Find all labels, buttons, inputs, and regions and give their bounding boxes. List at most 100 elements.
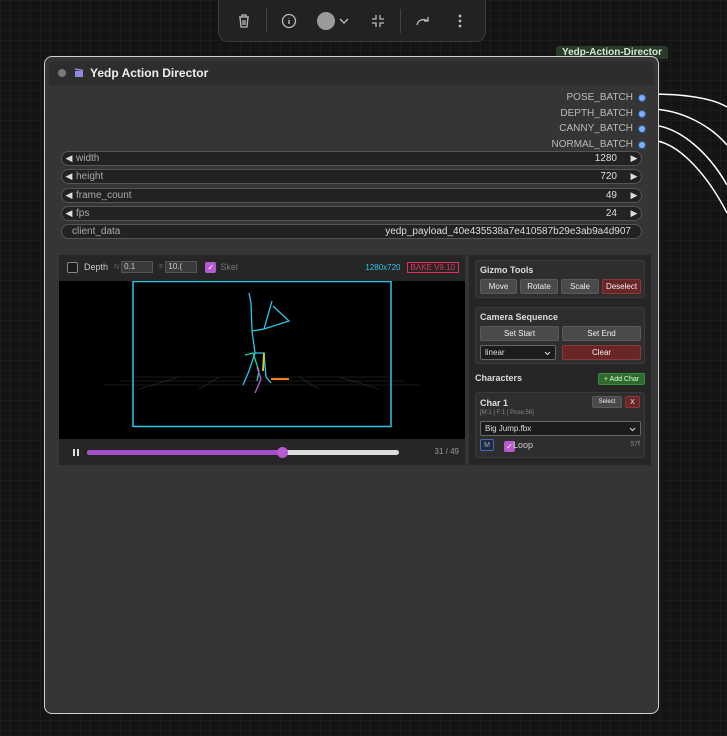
characters-title: Characters xyxy=(475,373,523,383)
frame-count-label: 57f xyxy=(630,441,640,448)
trash-icon[interactable] xyxy=(229,6,259,36)
interpolation-select[interactable]: linear xyxy=(480,345,556,360)
output-slot-icon[interactable] xyxy=(638,140,646,149)
output-slot-icon[interactable] xyxy=(638,124,646,133)
collapse-icon[interactable] xyxy=(363,6,393,36)
far-label: F xyxy=(159,263,164,271)
control-panel: Gizmo Tools Move Rotate Scale Deselect C… xyxy=(469,255,651,465)
skeleton-figure[interactable] xyxy=(242,292,291,394)
timeline-slider[interactable] xyxy=(87,447,399,458)
chevron-down-icon xyxy=(629,427,636,432)
3d-scene-canvas[interactable] xyxy=(59,280,465,439)
character-name: Char 1 xyxy=(480,398,509,408)
widget-value[interactable]: 24 xyxy=(606,208,617,219)
gizmo-tools-box: Gizmo Tools Move Rotate Scale Deselect xyxy=(475,260,645,298)
rotate-button[interactable]: Rotate xyxy=(520,279,558,294)
output-slot-icon[interactable] xyxy=(638,93,646,102)
bake-version-badge: BAKE V9.10 xyxy=(406,261,459,273)
animation-value: Big Jump.fbx xyxy=(485,424,532,433)
near-input[interactable]: 0.1 xyxy=(121,261,154,273)
scale-button[interactable]: Scale xyxy=(561,279,599,294)
output-label: POSE_BATCH xyxy=(566,92,634,103)
near-label: N xyxy=(114,263,120,271)
output-label: NORMAL_BATCH xyxy=(551,139,634,150)
color-dot-icon xyxy=(317,11,336,30)
loop-label: Loop xyxy=(513,440,534,450)
widget-value[interactable]: 49 xyxy=(606,190,617,201)
toolbar-divider xyxy=(265,8,267,33)
interpolation-value: linear xyxy=(485,348,505,357)
redo-icon[interactable] xyxy=(408,6,438,36)
fps-widget[interactable]: ◀ fps 24 ▶ xyxy=(61,206,642,221)
deselect-button[interactable]: Deselect xyxy=(602,279,641,294)
increment-arrow-icon[interactable]: ▶ xyxy=(627,171,641,182)
character-card: Char 1 [M:1 | F:1 | Pose:56] Select X Bi… xyxy=(475,392,645,458)
camera-sequence-title: Camera Sequence xyxy=(480,312,559,322)
decrement-arrow-icon[interactable]: ◀ xyxy=(62,153,76,164)
output-slot-icon[interactable] xyxy=(638,109,646,118)
gizmo-title: Gizmo Tools xyxy=(480,265,534,275)
remove-character-button[interactable]: X xyxy=(625,396,640,408)
output-label: DEPTH_BATCH xyxy=(560,108,633,119)
viewport-toolbar: Depth N 0.1 F 10.( ✓ Skel 1280x720 BAKE … xyxy=(59,255,465,279)
character-meta: [M:1 | F:1 | Pose:56] xyxy=(480,410,534,416)
playback-bar: 31 / 49 xyxy=(59,441,465,463)
client-data-widget[interactable]: client_data yedp_payload_40e435538a7e410… xyxy=(61,224,642,239)
increment-arrow-icon[interactable]: ▶ xyxy=(627,208,641,219)
output-canny-batch[interactable]: CANNY_BATCH xyxy=(559,123,646,134)
node-header[interactable]: Yedp Action Director xyxy=(49,61,654,85)
frame-counter: 31 / 49 xyxy=(434,447,459,456)
info-icon[interactable] xyxy=(274,6,304,36)
output-label: CANNY_BATCH xyxy=(559,123,633,134)
decrement-arrow-icon[interactable]: ◀ xyxy=(62,171,76,182)
camera-sequence-box: Camera Sequence Set Start Set End linear… xyxy=(475,307,645,364)
select-character-button[interactable]: Select xyxy=(592,396,622,408)
pause-icon[interactable] xyxy=(72,448,80,457)
timeline-progress xyxy=(87,450,282,455)
increment-arrow-icon[interactable]: ▶ xyxy=(627,153,641,164)
skel-label: Skel xyxy=(220,262,238,272)
add-char-button[interactable]: + Add Char xyxy=(598,373,645,385)
collapse-toggle-icon[interactable] xyxy=(58,69,66,77)
camera-frame xyxy=(132,280,392,428)
output-normal-batch[interactable]: NORMAL_BATCH xyxy=(551,139,646,150)
decrement-arrow-icon[interactable]: ◀ xyxy=(62,208,76,219)
set-start-button[interactable]: Set Start xyxy=(480,326,559,341)
more-icon[interactable] xyxy=(445,6,475,36)
color-picker-button[interactable] xyxy=(311,6,355,36)
widget-label: fps xyxy=(76,208,90,219)
height-widget[interactable]: ◀ height 720 ▶ xyxy=(61,169,642,184)
mirror-toggle-button[interactable]: M xyxy=(480,439,494,451)
width-widget[interactable]: ◀ width 1280 ▶ xyxy=(61,151,642,166)
increment-arrow-icon[interactable]: ▶ xyxy=(627,190,641,201)
output-depth-batch[interactable]: DEPTH_BATCH xyxy=(560,108,646,119)
widget-label: frame_count xyxy=(76,190,132,201)
depth-label: Depth xyxy=(84,262,109,272)
toolbar-divider xyxy=(399,8,401,33)
decrement-arrow-icon[interactable]: ◀ xyxy=(62,190,76,201)
frame-count-widget[interactable]: ◀ frame_count 49 ▶ xyxy=(61,188,642,203)
output-pose-batch[interactable]: POSE_BATCH xyxy=(566,92,646,103)
widget-value[interactable]: 720 xyxy=(600,171,617,182)
move-button[interactable]: Move xyxy=(480,279,517,294)
node-title: Yedp Action Director xyxy=(90,66,209,80)
widget-value[interactable]: yedp_payload_40e435538a7e410587b29e3ab9a… xyxy=(385,226,631,237)
animation-select[interactable]: Big Jump.fbx xyxy=(480,421,641,436)
chevron-down-icon xyxy=(339,18,349,24)
viewport-panel: Depth N 0.1 F 10.( ✓ Skel 1280x720 BAKE … xyxy=(59,255,465,465)
widget-value[interactable]: 1280 xyxy=(595,153,617,164)
widget-label: client_data xyxy=(72,226,121,237)
clapperboard-icon xyxy=(74,68,84,78)
widget-label: width xyxy=(76,153,100,164)
timeline-handle[interactable] xyxy=(277,447,288,458)
widget-label: height xyxy=(76,171,104,182)
resolution-label: 1280x720 xyxy=(365,262,401,272)
far-input[interactable]: 10.( xyxy=(165,261,198,273)
clear-button[interactable]: Clear xyxy=(562,345,641,360)
chevron-down-icon xyxy=(544,351,551,356)
action-director-node[interactable]: Yedp Action Director POSE_BATCH DEPTH_BA… xyxy=(44,56,659,714)
skel-checkbox[interactable]: ✓ xyxy=(205,261,217,273)
set-end-button[interactable]: Set End xyxy=(562,326,641,341)
depth-checkbox[interactable] xyxy=(67,261,78,273)
node-toolbar xyxy=(218,0,486,42)
